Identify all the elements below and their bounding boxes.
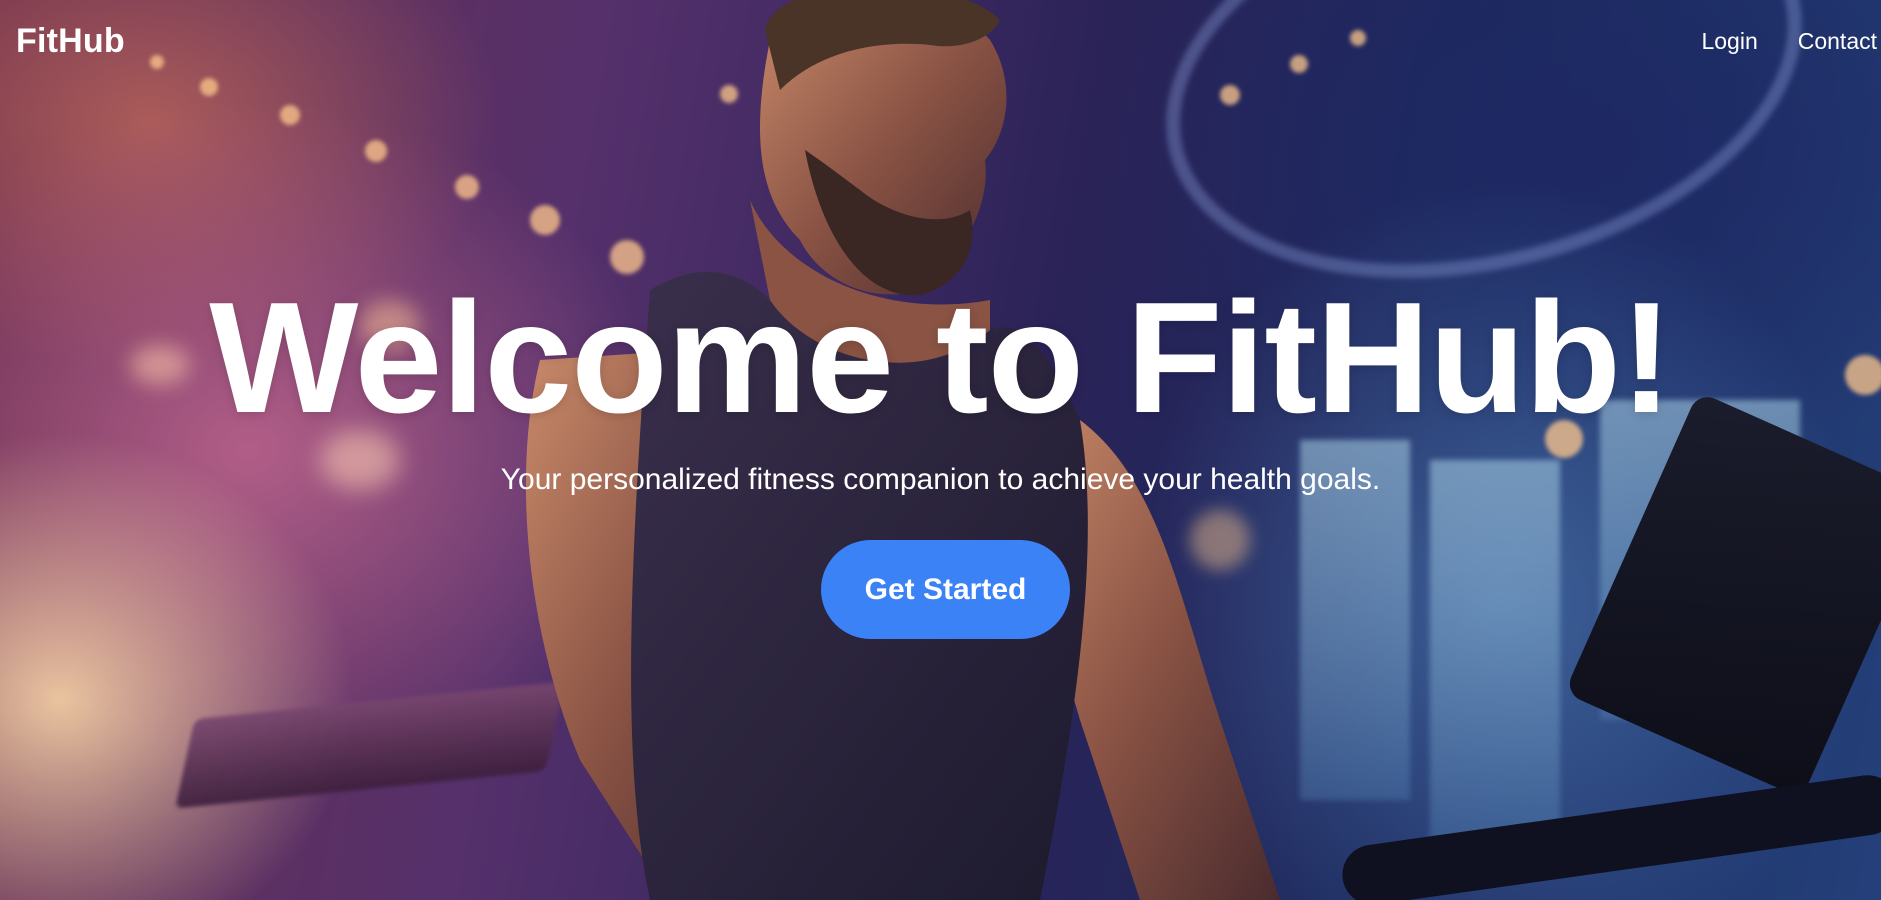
nav-link-contact[interactable]: Contact (1798, 28, 1877, 55)
get-started-button[interactable]: Get Started (821, 540, 1070, 639)
hero-content: Welcome to FitHub! Your personalized fit… (0, 0, 1881, 900)
nav-links: Login Contact (1701, 28, 1877, 55)
hero-subtitle: Your personalized fitness companion to a… (500, 463, 1381, 496)
nav-link-login[interactable]: Login (1701, 28, 1757, 55)
hero-headline: Welcome to FitHub! (209, 270, 1672, 446)
logo[interactable]: FitHub (16, 22, 125, 61)
navbar: FitHub Login Contact (0, 0, 1881, 84)
hero-section: FitHub Login Contact Welcome to FitHub! … (0, 0, 1881, 900)
